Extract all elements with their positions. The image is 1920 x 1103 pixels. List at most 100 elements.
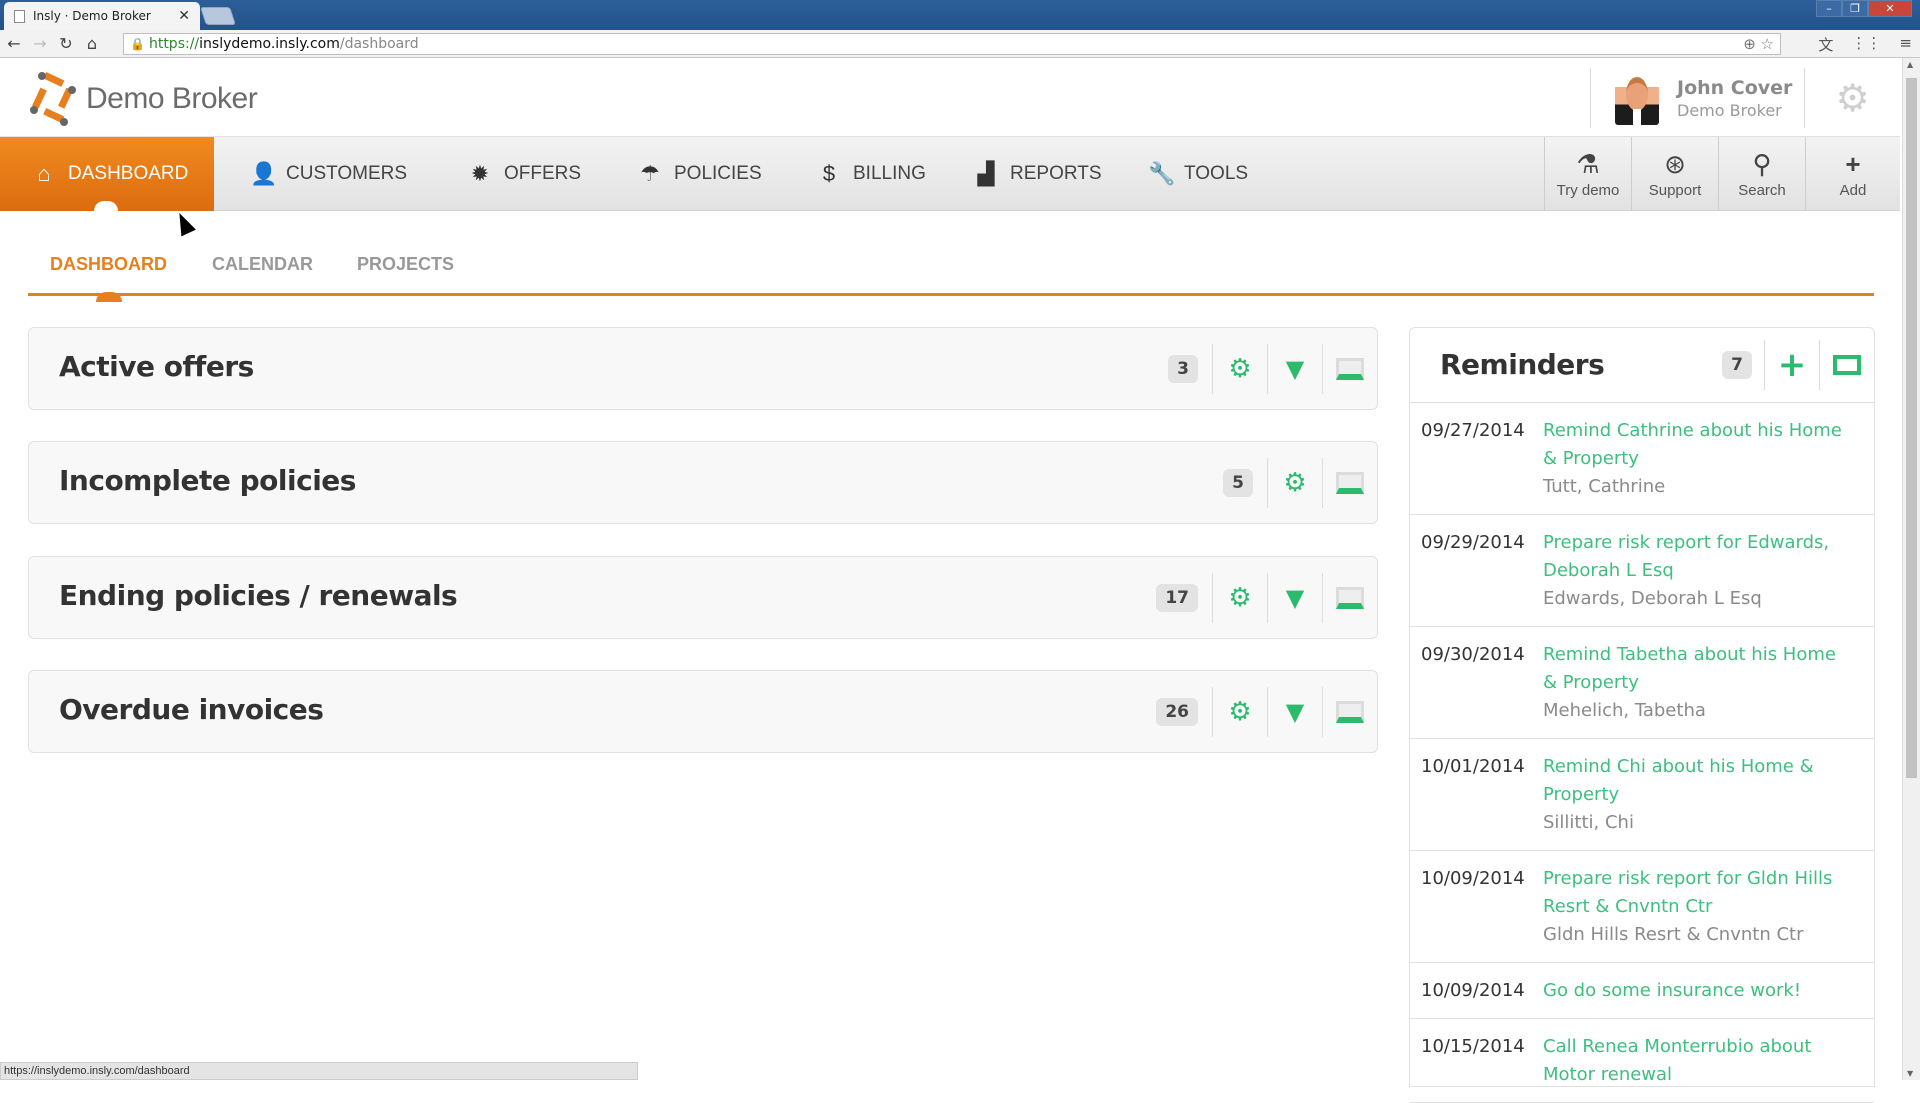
reload-icon[interactable]: ↻ bbox=[54, 34, 78, 53]
window-controls: – ❐ ✕ bbox=[1816, 0, 1912, 17]
browser-tab-title: Insly · Demo Broker bbox=[33, 9, 151, 23]
gear-icon[interactable]: ⚙ bbox=[1267, 457, 1322, 508]
widget-overdue-invoices[interactable]: Overdue invoices 26 ⚙ ▼ bbox=[28, 670, 1378, 753]
reminder-title-link[interactable]: Prepare risk report for Gldn Hills Resrt… bbox=[1543, 865, 1854, 921]
nav-label: CUSTOMERS bbox=[286, 163, 408, 184]
subtab-calendar[interactable]: CALENDAR bbox=[212, 254, 313, 275]
count-badge: 26 bbox=[1156, 697, 1198, 726]
reminder-item[interactable]: 09/27/2014 Remind Cathrine about his Hom… bbox=[1410, 403, 1874, 515]
document-icon bbox=[14, 9, 25, 23]
home-page-icon[interactable]: ⌂ bbox=[80, 34, 104, 53]
reminder-item[interactable]: 09/29/2014 Prepare risk report for Edwar… bbox=[1410, 515, 1874, 627]
reminder-title-link[interactable]: Remind Tabetha about his Home & Property bbox=[1543, 641, 1854, 697]
widget-active-offers[interactable]: Active offers 3 ⚙ ▼ bbox=[28, 327, 1378, 410]
close-window-button[interactable]: ✕ bbox=[1868, 0, 1912, 17]
reminder-title-link[interactable]: Go do some insurance work! bbox=[1543, 977, 1854, 1005]
menu-icon[interactable]: ≡ bbox=[1899, 34, 1912, 55]
widget-incomplete-policies[interactable]: Incomplete policies 5 ⚙ bbox=[28, 441, 1378, 524]
reminder-item[interactable]: 10/09/2014 Go do some insurance work! bbox=[1410, 963, 1874, 1019]
screen-toggle-button[interactable] bbox=[1322, 572, 1377, 623]
reminder-title-link[interactable]: Call Renea Monterrubio about Motor renew… bbox=[1543, 1033, 1854, 1089]
reminder-customer: Edwards, Deborah L Esq bbox=[1543, 588, 1762, 609]
nav-reports[interactable]: ▟ REPORTS bbox=[974, 137, 1102, 211]
reminder-item[interactable]: 10/09/2014 Prepare risk report for Gldn … bbox=[1410, 851, 1874, 963]
nav-billing[interactable]: $ BILLING bbox=[817, 137, 926, 211]
reminders-header: Reminders 7 + bbox=[1410, 328, 1874, 403]
reminder-date: 09/27/2014 bbox=[1421, 420, 1525, 441]
widget-title: Ending policies / renewals bbox=[59, 579, 458, 612]
forward-icon[interactable]: → bbox=[28, 34, 52, 53]
browser-tabstrip: Insly · Demo Broker ✕ – ❐ ✕ bbox=[0, 0, 1920, 30]
settings-gear-icon[interactable]: ⚙ bbox=[1804, 68, 1900, 128]
page-scrollbar[interactable]: ▲ ▼ bbox=[1902, 58, 1920, 1080]
gear-icon[interactable]: ⚙ bbox=[1212, 572, 1267, 623]
gear-icon[interactable]: ⚙ bbox=[1212, 686, 1267, 737]
dollar-icon: $ bbox=[822, 161, 836, 186]
filter-icon[interactable]: ▼ bbox=[1267, 343, 1322, 394]
gear-icon[interactable]: ⚙ bbox=[1212, 343, 1267, 394]
reminder-customer: Sillitti, Chi bbox=[1543, 812, 1634, 833]
reminder-date: 09/30/2014 bbox=[1421, 644, 1525, 665]
try-demo-button[interactable]: ⚗ Try demo bbox=[1544, 137, 1631, 211]
reminder-item[interactable]: 09/30/2014 Remind Tabetha about his Home… bbox=[1410, 627, 1874, 739]
widget-title: Active offers bbox=[59, 350, 254, 383]
nav-customers[interactable]: 👤 CUSTOMERS bbox=[250, 137, 407, 211]
count-badge: 3 bbox=[1168, 354, 1198, 383]
scroll-down-icon[interactable]: ▼ bbox=[1907, 1069, 1913, 1078]
widget-ending-policies[interactable]: Ending policies / renewals 17 ⚙ ▼ bbox=[28, 556, 1378, 639]
new-tab-button[interactable] bbox=[200, 7, 236, 25]
reminder-title-link[interactable]: Remind Chi about his Home & Property bbox=[1543, 753, 1854, 809]
apps-icon[interactable]: ⋮⋮ bbox=[1851, 34, 1881, 55]
nav-tools[interactable]: 🔧 TOOLS bbox=[1148, 137, 1248, 211]
add-reminder-button[interactable]: + bbox=[1764, 340, 1819, 390]
minimize-button[interactable]: – bbox=[1816, 0, 1842, 17]
user-name: John Cover bbox=[1677, 76, 1793, 99]
quick-label: Try demo bbox=[1556, 181, 1620, 199]
count-badge: 7 bbox=[1722, 351, 1752, 379]
filter-icon[interactable]: ▼ bbox=[1267, 572, 1322, 623]
reminder-date: 10/15/2014 bbox=[1421, 1036, 1525, 1057]
subtab-projects[interactable]: PROJECTS bbox=[357, 254, 454, 275]
search-button[interactable]: ⚲ Search bbox=[1718, 137, 1805, 211]
reminder-item[interactable]: 10/15/2014 Call Renea Monterrubio about … bbox=[1410, 1019, 1874, 1103]
browser-tab[interactable]: Insly · Demo Broker ✕ bbox=[4, 2, 200, 30]
umbrella-icon: ☂ bbox=[640, 161, 660, 186]
reminder-title-link[interactable]: Remind Cathrine about his Home & Propert… bbox=[1543, 417, 1854, 473]
support-button[interactable]: ⊛ Support bbox=[1631, 137, 1718, 211]
nav-dashboard[interactable]: ⌂ DASHBOARD bbox=[0, 137, 214, 211]
screen-toggle-button[interactable] bbox=[1322, 457, 1377, 508]
reminder-title-link[interactable]: Prepare risk report for Edwards, Deborah… bbox=[1543, 529, 1854, 585]
lifebuoy-icon: ⊛ bbox=[1664, 148, 1686, 179]
search-icon: ⚲ bbox=[1752, 148, 1772, 179]
zoom-star-icons[interactable]: ⊕ ☆ bbox=[1743, 35, 1774, 53]
screen-toggle-button[interactable] bbox=[1322, 343, 1377, 394]
screen-icon bbox=[1336, 586, 1364, 609]
add-button[interactable]: + Add bbox=[1805, 137, 1900, 211]
lock-icon: 🔒 bbox=[130, 37, 145, 51]
app-header: Demo Broker John Cover Demo Broker ⚙ bbox=[0, 58, 1900, 137]
translate-icon[interactable]: 文 bbox=[1818, 34, 1833, 55]
maximize-widget-button[interactable] bbox=[1819, 340, 1874, 390]
nav-label: OFFERS bbox=[504, 163, 582, 184]
flask-icon: ⚗ bbox=[1576, 148, 1600, 179]
reminder-item[interactable]: 10/01/2014 Remind Chi about his Home & P… bbox=[1410, 739, 1874, 851]
subtab-dashboard[interactable]: DASHBOARD bbox=[50, 254, 167, 302]
avatar bbox=[1615, 71, 1659, 125]
maximize-button[interactable]: ❐ bbox=[1842, 0, 1868, 17]
filter-icon[interactable]: ▼ bbox=[1267, 686, 1322, 737]
bar-chart-icon: ▟ bbox=[977, 161, 995, 186]
insly-logo-icon[interactable] bbox=[26, 70, 82, 126]
nav-label: DASHBOARD bbox=[68, 163, 189, 184]
address-bar[interactable]: 🔒 https:// inslydemo.insly.com /dashboar… bbox=[123, 33, 1781, 55]
back-icon[interactable]: ← bbox=[2, 34, 26, 53]
browser-extensions: 文 ⋮⋮ ≡ bbox=[1818, 34, 1912, 55]
nav-offers[interactable]: ✹ OFFERS bbox=[468, 137, 581, 211]
nav-policies[interactable]: ☂ POLICIES bbox=[638, 137, 762, 211]
scrollbar-thumb[interactable] bbox=[1906, 78, 1917, 778]
scroll-up-icon[interactable]: ▲ bbox=[1907, 60, 1913, 69]
user-profile[interactable]: John Cover Demo Broker bbox=[1590, 68, 1792, 128]
screen-icon bbox=[1336, 700, 1364, 723]
screen-toggle-button[interactable] bbox=[1322, 686, 1377, 737]
screen-icon bbox=[1336, 357, 1364, 380]
close-tab-icon[interactable]: ✕ bbox=[178, 8, 190, 24]
